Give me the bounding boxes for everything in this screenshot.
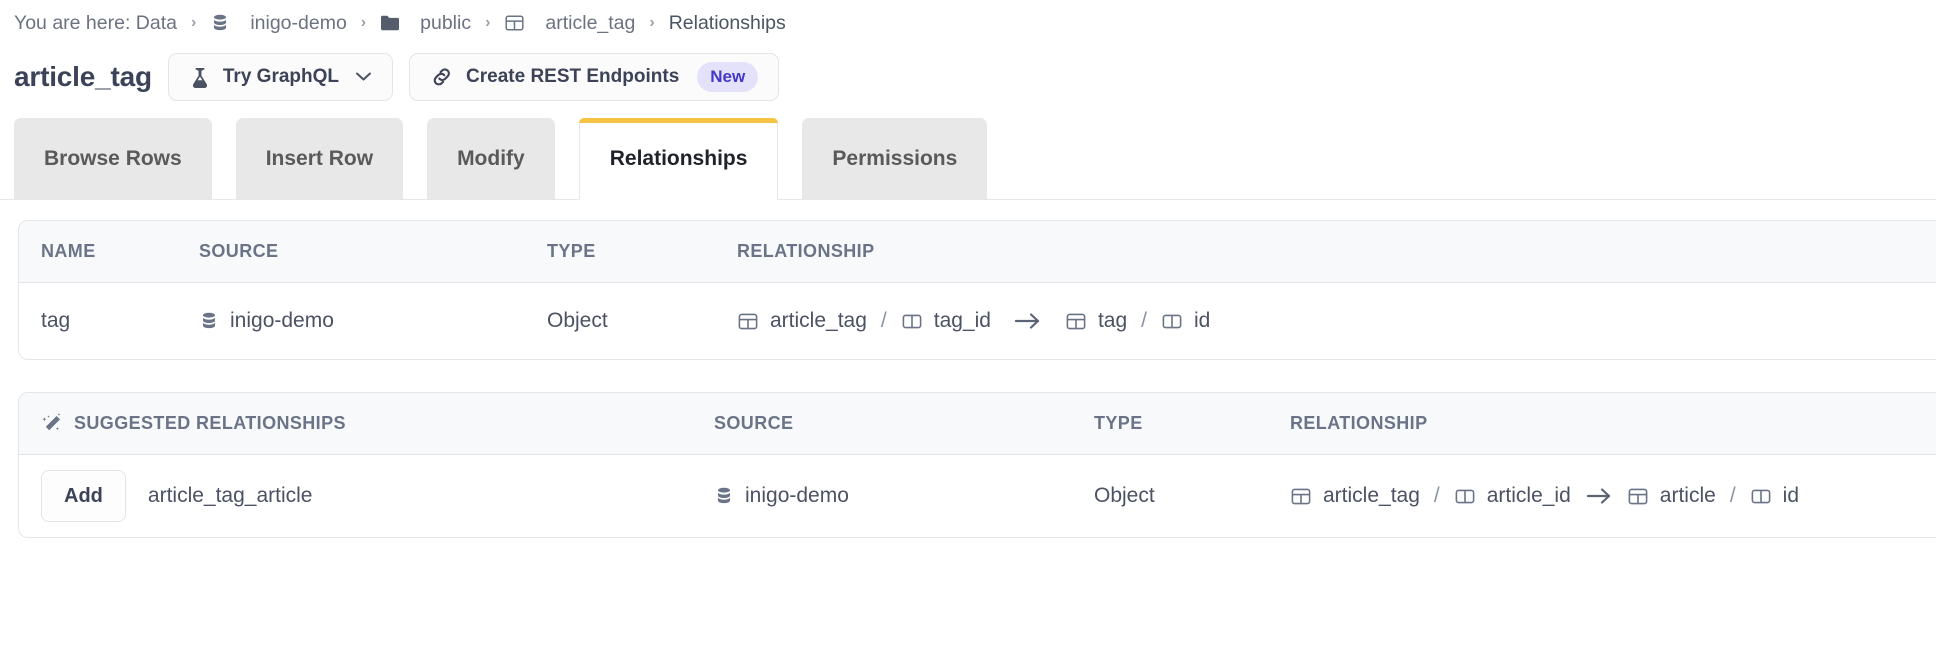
- breadcrumb-item-public[interactable]: public: [380, 12, 471, 35]
- column-icon: [901, 311, 923, 332]
- table-row[interactable]: Add article_tag_article inigo-demo Objec…: [19, 455, 1936, 537]
- suggested-relationship-name: article_tag_article: [147, 484, 313, 507]
- tab-bar: Browse Rows Insert Row Modify Relationsh…: [0, 108, 1936, 200]
- column-header-relationship: RELATIONSHIP: [737, 241, 875, 261]
- relationship-type: Object: [547, 309, 608, 332]
- tab-relationships[interactable]: Relationships: [578, 118, 779, 200]
- page-root: You are here: Data › inigo-demo › public…: [0, 0, 1936, 656]
- breadcrumb-separator: ›: [649, 14, 655, 31]
- suggested-relationships-card: SUGGESTED RELATIONSHIPS SOURCE TYPE RELA…: [18, 392, 1936, 538]
- relationships-card: NAME SOURCE TYPE RELATIONSHIP tag inigo-…: [18, 220, 1936, 360]
- tab-permissions[interactable]: Permissions: [802, 118, 988, 200]
- try-graphql-label: Try GraphQL: [222, 66, 340, 87]
- add-button[interactable]: Add: [41, 470, 126, 522]
- chain-to-table: article: [1627, 484, 1716, 508]
- chain-slash: /: [1141, 309, 1147, 332]
- breadcrumb-separator: ›: [360, 14, 367, 31]
- breadcrumb-item-article-tag[interactable]: article_tag: [504, 12, 635, 35]
- chain-from-column-label: tag_id: [933, 309, 991, 332]
- create-rest-endpoints-label: Create REST Endpoints: [466, 66, 680, 87]
- source-label: inigo-demo: [230, 309, 334, 332]
- column-icon: [1454, 486, 1476, 507]
- suggested-name-cell: Add article_tag_article: [19, 470, 714, 522]
- table-icon: [1290, 486, 1312, 507]
- page-title: article_tag: [14, 61, 152, 92]
- chain-from-column: article_id: [1454, 484, 1571, 508]
- column-header-type: TYPE: [547, 241, 596, 261]
- breadcrumb-prefix: You are here: Data: [14, 11, 177, 34]
- relationship-source: inigo-demo: [199, 309, 547, 333]
- chain-to-table-label: article: [1659, 484, 1716, 507]
- table-icon: [1627, 486, 1649, 507]
- arrow-right-icon: [1013, 311, 1043, 331]
- table-row[interactable]: tag inigo-demo Object article_tag / tag_…: [19, 283, 1936, 359]
- relationship-name: tag: [41, 309, 71, 332]
- breadcrumb-label: article_tag: [545, 11, 636, 34]
- breadcrumb-separator: ›: [190, 14, 197, 31]
- chain-from-table-label: article_tag: [1323, 484, 1420, 507]
- chain-slash: /: [1729, 484, 1736, 507]
- try-graphql-button[interactable]: Try GraphQL: [167, 53, 394, 101]
- table-icon: [737, 311, 759, 332]
- chain-from-table: article_tag: [1290, 484, 1420, 508]
- link-icon: [430, 65, 454, 89]
- flask-icon: [189, 66, 211, 89]
- chevron-down-icon: [355, 69, 372, 86]
- chain-to-table-label: tag: [1097, 309, 1128, 332]
- chain-from-table: article_tag: [737, 309, 867, 333]
- folder-icon: [380, 14, 400, 32]
- breadcrumb: You are here: Data › inigo-demo › public…: [0, 0, 1936, 46]
- chain-to-table: tag: [1065, 309, 1127, 333]
- breadcrumb-label: public: [420, 11, 472, 34]
- database-icon: [210, 13, 230, 33]
- title-row: article_tag Try GraphQL Create REST Endp…: [0, 46, 1936, 108]
- chain-to-column-label: id: [1194, 309, 1211, 332]
- column-header-relationship: RELATIONSHIP: [1290, 413, 1428, 433]
- database-icon: [199, 311, 219, 331]
- create-rest-endpoints-button[interactable]: Create REST Endpoints New: [409, 53, 780, 101]
- breadcrumb-item-inigo-demo[interactable]: inigo-demo: [210, 11, 347, 35]
- chain-slash: /: [1433, 484, 1440, 507]
- column-header-type: TYPE: [1094, 413, 1143, 433]
- database-icon: [714, 486, 734, 506]
- column-icon: [1750, 486, 1772, 507]
- suggested-type: Object: [1094, 484, 1155, 507]
- column-header-name: NAME: [41, 241, 96, 261]
- tab-browse-rows[interactable]: Browse Rows: [14, 118, 212, 200]
- suggested-title-label: SUGGESTED RELATIONSHIPS: [74, 413, 346, 433]
- chain-from-table-label: article_tag: [770, 309, 867, 332]
- suggested-source: inigo-demo: [714, 484, 1094, 508]
- tab-modify[interactable]: Modify: [427, 118, 555, 200]
- column-header-source: SOURCE: [714, 413, 794, 433]
- chain-from-column-label: article_id: [1486, 484, 1571, 507]
- relationships-table-header: NAME SOURCE TYPE RELATIONSHIP: [19, 221, 1936, 283]
- chain-to-column: id: [1750, 484, 1799, 508]
- new-badge: New: [697, 62, 759, 92]
- chain-from-column: tag_id: [901, 309, 991, 333]
- table-icon: [504, 13, 525, 33]
- breadcrumb-item-relationships: Relationships: [668, 11, 786, 34]
- chain-to-column: id: [1161, 309, 1210, 333]
- magic-wand-icon: [41, 413, 63, 435]
- breadcrumb-label: inigo-demo: [250, 11, 347, 34]
- suggested-title: SUGGESTED RELATIONSHIPS: [19, 413, 714, 435]
- table-icon: [1065, 311, 1087, 332]
- suggested-relationship-chain: article_tag / article_id article / id: [1290, 484, 1936, 508]
- breadcrumb-separator: ›: [485, 14, 491, 31]
- column-header-source: SOURCE: [199, 241, 279, 261]
- source-label: inigo-demo: [745, 484, 849, 507]
- arrow-right-icon: [1585, 486, 1613, 506]
- relationship-chain: article_tag / tag_id tag / id: [737, 309, 1936, 333]
- column-icon: [1161, 311, 1183, 332]
- tab-insert-row[interactable]: Insert Row: [235, 118, 404, 200]
- chain-to-column-label: id: [1782, 484, 1800, 507]
- suggested-table-header: SUGGESTED RELATIONSHIPS SOURCE TYPE RELA…: [19, 393, 1936, 455]
- chain-slash: /: [880, 309, 887, 332]
